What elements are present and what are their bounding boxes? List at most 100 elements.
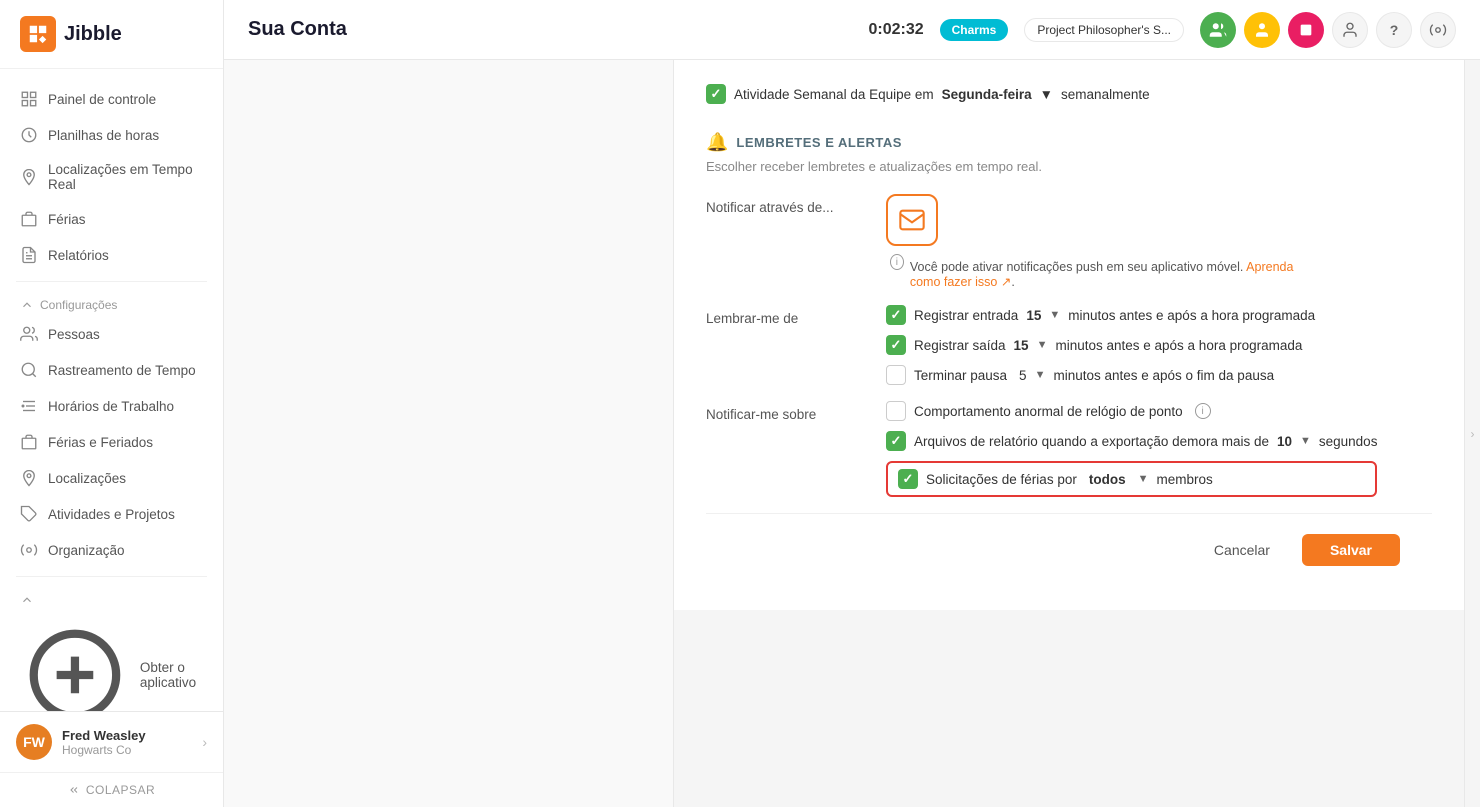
ferias-dropdown[interactable]: ▼ — [1138, 473, 1149, 485]
remember-row: Lembrar-me de Registrar entrada 15 ▼ min… — [706, 305, 1432, 385]
topbar-icons: ? — [1200, 12, 1456, 48]
reminder-entrada-dropdown[interactable]: ▼ — [1049, 309, 1060, 321]
settings-button[interactable] — [1420, 12, 1456, 48]
bell-icon: 🔔 — [706, 132, 728, 153]
profile-button[interactable] — [1332, 12, 1368, 48]
page-title: Sua Conta — [248, 18, 852, 41]
nav-divider — [16, 281, 207, 282]
user-info: Fred Weasley Hogwarts Co — [62, 728, 192, 757]
right-edge-arrow: › — [1471, 427, 1475, 441]
logo-text: Jibble — [64, 23, 122, 46]
sidebar-label-relatorios: Relatórios — [48, 248, 109, 263]
activity-checkbox[interactable] — [706, 84, 726, 104]
sidebar-label-localizacoes-rt: Localizações em Tempo Real — [48, 162, 203, 192]
push-info-icon[interactable]: i — [890, 254, 904, 270]
sidebar: Jibble Painel de controle Planilhas de h… — [0, 0, 224, 807]
sidebar-label-painel: Painel de controle — [48, 92, 156, 107]
notify-item-comportamento: Comportamento anormal de relógio de pont… — [886, 401, 1377, 421]
notify-checkbox-arquivos[interactable] — [886, 431, 906, 451]
user-profile-area[interactable]: FW Fred Weasley Hogwarts Co › — [0, 711, 223, 772]
logo-icon — [20, 16, 56, 52]
reminder-item-entrada: Registrar entrada 15 ▼ minutos antes e a… — [886, 305, 1315, 325]
reminders-section-header: 🔔 LEMBRETES E ALERTAS — [706, 132, 1432, 153]
nav-divider2 — [16, 576, 207, 577]
content-left-panel — [224, 60, 674, 807]
sidebar-label-organizacao: Organização — [48, 543, 125, 558]
sidebar-item-horarios[interactable]: Horários de Trabalho — [0, 388, 223, 424]
right-edge-panel[interactable]: › — [1464, 60, 1480, 807]
notify-about-row: Notificar-me sobre Comportamento anormal… — [706, 401, 1432, 497]
notify-item-arquivos: Arquivos de relatório quando a exportaçã… — [886, 431, 1377, 451]
right-panel: Atividade Semanal da Equipe em Segunda-f… — [674, 60, 1464, 807]
sidebar-item-ferias[interactable]: Férias — [0, 201, 223, 237]
sidebar-item-localizacoes2[interactable]: Localizações — [0, 460, 223, 496]
notify-about-label: Notificar-me sobre — [706, 401, 866, 422]
content-area: Atividade Semanal da Equipe em Segunda-f… — [224, 60, 1480, 807]
reminders-desc: Escolher receber lembretes e atualizaçõe… — [706, 159, 1432, 174]
user-name: Fred Weasley — [62, 728, 192, 743]
sidebar-item-get-app[interactable]: Obter o aplicativo — [0, 611, 223, 711]
team-icon-button[interactable] — [1200, 12, 1236, 48]
cancel-button[interactable]: Cancelar — [1194, 534, 1290, 566]
sidebar-item-ferias-feriados[interactable]: Férias e Feriados — [0, 424, 223, 460]
notify-through-row: Notificar através de... i Você pode ativ… — [706, 194, 1432, 289]
get-app-label: Obter o aplicativo — [140, 660, 203, 690]
user-org: Hogwarts Co — [62, 743, 192, 757]
user-color-button[interactable] — [1244, 12, 1280, 48]
logo-area: Jibble — [0, 0, 223, 69]
notify-checkbox-ferias[interactable] — [898, 469, 918, 489]
sidebar-item-pessoas[interactable]: Pessoas — [0, 316, 223, 352]
sidebar-label-horarios: Horários de Trabalho — [48, 399, 174, 414]
collapse-label: COLAPSAR — [86, 783, 155, 797]
avatar: FW — [16, 724, 52, 760]
reminder-checkbox-entrada[interactable] — [886, 305, 906, 325]
content-right-panel: Atividade Semanal da Equipe em Segunda-f… — [674, 60, 1464, 610]
sidebar-item-localizacoes-rt[interactable]: Localizações em Tempo Real — [0, 153, 223, 201]
footer-actions: Cancelar Salvar — [706, 513, 1432, 586]
sidebar-item-relatorios[interactable]: Relatórios — [0, 237, 223, 273]
remember-label: Lembrar-me de — [706, 305, 866, 326]
activity-label: Atividade Semanal da Equipe em — [734, 87, 934, 102]
sidebar-label-ferias: Férias — [48, 212, 86, 227]
sidebar-item-organizacao[interactable]: Organização — [0, 532, 223, 568]
reminder-options: Registrar entrada 15 ▼ minutos antes e a… — [886, 305, 1315, 385]
reminder-checkbox-saida[interactable] — [886, 335, 906, 355]
project-name[interactable]: Project Philosopher's S... — [1024, 18, 1184, 42]
activity-row: Atividade Semanal da Equipe em Segunda-f… — [706, 84, 1432, 104]
help-button[interactable]: ? — [1376, 12, 1412, 48]
email-icon-box[interactable] — [886, 194, 938, 246]
stop-button[interactable] — [1288, 12, 1324, 48]
sidebar-item-atividades[interactable]: Atividades e Projetos — [0, 496, 223, 532]
sidebar-item-painel[interactable]: Painel de controle — [0, 81, 223, 117]
sidebar-label-atividades: Atividades e Projetos — [48, 507, 175, 522]
sidebar-label-rastreamento: Rastreamento de Tempo — [48, 363, 196, 378]
notify-item-ferias: Solicitações de férias por todos ▼ membr… — [886, 461, 1377, 497]
sidebar-nav: Painel de controle Planilhas de horas Lo… — [0, 69, 223, 711]
notify-through-label: Notificar através de... — [706, 194, 866, 215]
sidebar-item-rastreamento[interactable]: Rastreamento de Tempo — [0, 352, 223, 388]
main-content: Sua Conta 0:02:32 Charms Project Philoso… — [224, 0, 1480, 807]
sidebar-label-localizacoes2: Localizações — [48, 471, 126, 486]
sidebar-item-planilhas[interactable]: Planilhas de horas — [0, 117, 223, 153]
config-collapse-arrow[interactable] — [0, 585, 223, 611]
reminder-pausa-dropdown[interactable]: ▼ — [1035, 369, 1046, 381]
charms-badge[interactable]: Charms — [940, 19, 1009, 41]
activity-freq: semanalmente — [1061, 87, 1150, 102]
sidebar-label-ferias-feriados: Férias e Feriados — [48, 435, 153, 450]
push-info-text: Você pode ativar notificações push em se… — [910, 260, 1326, 289]
config-section-label[interactable]: Configurações — [0, 290, 223, 316]
notify-about-options: Comportamento anormal de relógio de pont… — [886, 401, 1377, 497]
reminder-checkbox-pausa[interactable] — [886, 365, 906, 385]
notify-checkbox-comportamento[interactable] — [886, 401, 906, 421]
reminders-title: LEMBRETES E ALERTAS — [736, 135, 902, 150]
activity-dropdown[interactable]: ▼ — [1040, 87, 1053, 102]
reminder-saida-dropdown[interactable]: ▼ — [1037, 339, 1048, 351]
sidebar-label-planilhas: Planilhas de horas — [48, 128, 159, 143]
topbar: Sua Conta 0:02:32 Charms Project Philoso… — [224, 0, 1480, 60]
comportamento-info-icon[interactable]: i — [1195, 403, 1211, 419]
sidebar-label-pessoas: Pessoas — [48, 327, 100, 342]
arquivos-dropdown[interactable]: ▼ — [1300, 435, 1311, 447]
collapse-button[interactable]: COLAPSAR — [0, 772, 223, 807]
save-button[interactable]: Salvar — [1302, 534, 1400, 566]
activity-day: Segunda-feira — [942, 87, 1032, 102]
